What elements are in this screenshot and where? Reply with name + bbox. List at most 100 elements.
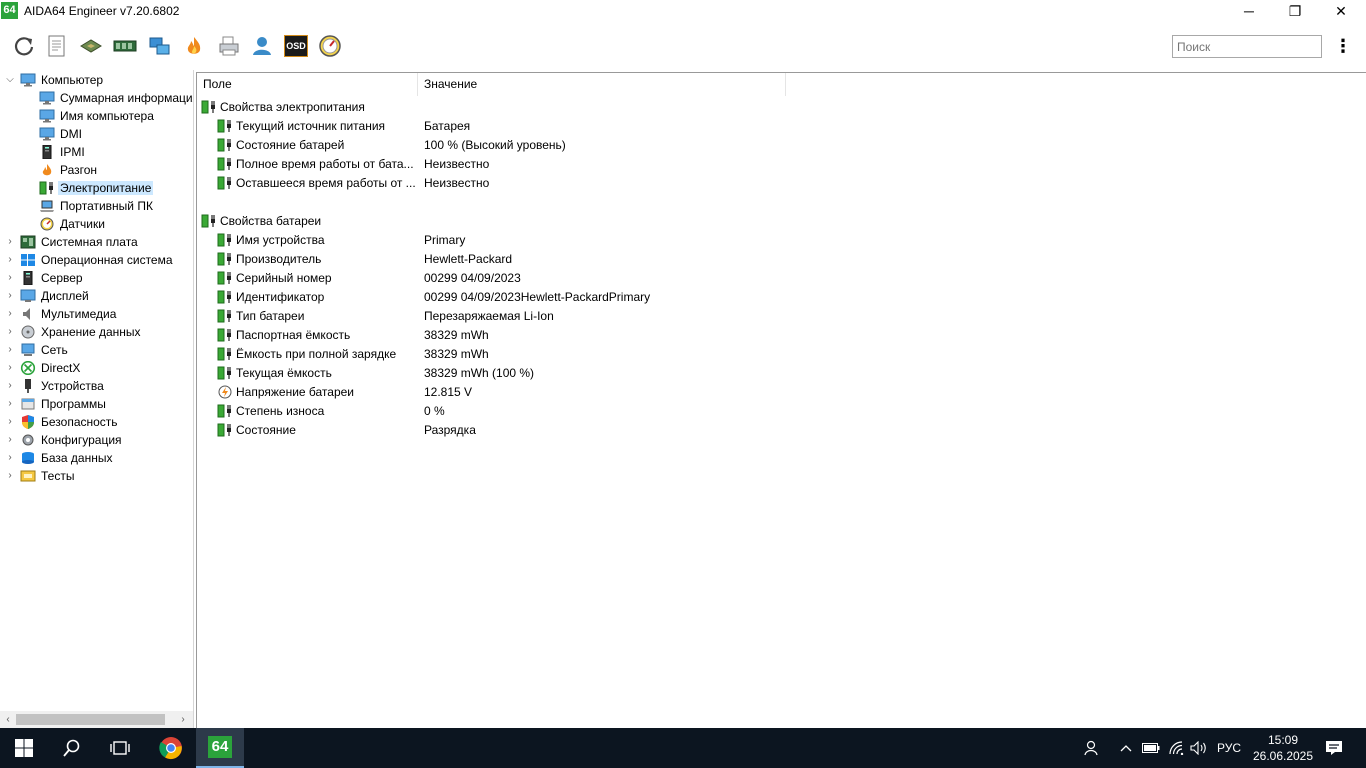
column-header-field[interactable]: Поле xyxy=(197,73,418,96)
tree-item-devices[interactable]: Устройства xyxy=(20,377,106,395)
tree-item-overclock[interactable]: Разгон xyxy=(39,161,99,179)
tree-item-portable[interactable]: Портативный ПК xyxy=(39,197,155,215)
tree-item-storage[interactable]: Хранение данных xyxy=(20,323,143,341)
cpu-icon[interactable] xyxy=(78,33,104,59)
expand-arrow-icon[interactable]: › xyxy=(5,362,15,373)
expand-arrow-icon[interactable]: › xyxy=(5,272,15,283)
monitor-icon xyxy=(39,127,55,141)
table-row[interactable]: Серийный номер 00299 04/09/2023 xyxy=(197,268,1366,287)
expand-arrow-icon[interactable]: › xyxy=(5,452,15,463)
task-view-button[interactable] xyxy=(96,728,144,768)
field-value: 00299 04/09/2023 xyxy=(424,270,521,285)
section-row-power[interactable]: Свойства электропитания xyxy=(197,97,1366,116)
search-icon xyxy=(63,739,80,757)
table-row[interactable]: Состояние батарей 100 % (Высокий уровень… xyxy=(197,135,1366,154)
table-row[interactable]: Степень износа 0 % xyxy=(197,401,1366,420)
tree-item-benchmark[interactable]: Тесты xyxy=(20,467,76,485)
user-icon[interactable] xyxy=(249,33,275,59)
tree-item-label: Суммарная информация xyxy=(60,91,194,105)
field-label: Производитель xyxy=(236,251,322,266)
table-row[interactable]: Текущая ёмкость 38329 mWh (100 %) xyxy=(197,363,1366,382)
expand-arrow-icon[interactable]: › xyxy=(5,398,15,409)
battery-plug-icon xyxy=(217,309,233,323)
flame-icon[interactable] xyxy=(181,33,207,59)
battery-icon[interactable] xyxy=(1140,728,1162,768)
people-icon[interactable] xyxy=(1080,728,1104,768)
chrome-taskbar-button[interactable] xyxy=(147,728,195,768)
report-icon[interactable] xyxy=(44,33,70,59)
table-row[interactable]: Состояние Разрядка xyxy=(197,420,1366,439)
tree-item-multimedia[interactable]: Мультимедиа xyxy=(20,305,118,323)
tree-item-label: Тесты xyxy=(41,469,75,483)
expand-arrow-icon[interactable]: ⌵ xyxy=(5,74,15,85)
laptop-icon xyxy=(39,199,55,213)
column-header-value[interactable]: Значение xyxy=(418,73,786,96)
table-row[interactable]: Производитель Hewlett-Packard xyxy=(197,249,1366,268)
field-label: Полное время работы от бата... xyxy=(236,156,414,171)
scroll-thumb[interactable] xyxy=(16,714,165,725)
tree-item-os[interactable]: Операционная система xyxy=(20,251,175,269)
expand-arrow-icon[interactable]: › xyxy=(5,470,15,481)
expand-arrow-icon[interactable]: › xyxy=(5,380,15,391)
notification-center-icon[interactable] xyxy=(1318,728,1350,768)
tree-item-computer[interactable]: Компьютер xyxy=(20,71,105,89)
more-menu-icon[interactable]: ⋮ xyxy=(1334,35,1352,59)
refresh-icon[interactable] xyxy=(11,33,37,59)
tree-item-summary[interactable]: Суммарная информация xyxy=(39,89,194,107)
expand-arrow-icon[interactable]: › xyxy=(5,254,15,265)
restore-button[interactable]: ❐ xyxy=(1272,0,1318,23)
expand-arrow-icon[interactable]: › xyxy=(5,416,15,427)
scroll-right-icon[interactable]: › xyxy=(176,712,190,727)
expand-arrow-icon[interactable]: › xyxy=(5,236,15,247)
expand-arrow-icon[interactable]: › xyxy=(5,326,15,337)
tree-item-directx[interactable]: DirectX xyxy=(20,359,82,377)
tree-item-sensors[interactable]: Датчики xyxy=(39,215,107,233)
table-row[interactable]: Текущий источник питания Батарея xyxy=(197,116,1366,135)
motherboard-icon[interactable] xyxy=(112,33,138,59)
section-row-battery[interactable]: Свойства батареи xyxy=(197,211,1366,230)
table-row[interactable]: Оставшееся время работы от ... Неизвестн… xyxy=(197,173,1366,192)
printer-icon[interactable] xyxy=(216,33,242,59)
tree-horizontal-scrollbar[interactable]: ‹ › xyxy=(0,711,193,728)
wifi-icon[interactable] xyxy=(1166,728,1188,768)
aida64-taskbar-button[interactable]: 64 xyxy=(196,728,244,768)
gauge-icon[interactable] xyxy=(317,33,343,59)
tree-item-database[interactable]: База данных xyxy=(20,449,114,467)
field-label: Напряжение батареи xyxy=(236,384,355,399)
tree-item-computer-name[interactable]: Имя компьютера xyxy=(39,107,156,125)
tree-item-security[interactable]: Безопасность xyxy=(20,413,120,431)
tree-item-dmi[interactable]: DMI xyxy=(39,125,84,143)
expand-arrow-icon[interactable]: › xyxy=(5,290,15,301)
table-row[interactable]: Полное время работы от бата... Неизвестн… xyxy=(197,154,1366,173)
expand-arrow-icon[interactable]: › xyxy=(5,308,15,319)
expand-arrow-icon[interactable]: › xyxy=(5,434,15,445)
close-button[interactable]: ✕ xyxy=(1318,0,1364,23)
scroll-left-icon[interactable]: ‹ xyxy=(1,712,15,727)
table-row[interactable]: Паспортная ёмкость 38329 mWh xyxy=(197,325,1366,344)
tree-item-server[interactable]: Сервер xyxy=(20,269,85,287)
table-row[interactable]: Напряжение батареи 12.815 V xyxy=(197,382,1366,401)
minimize-button[interactable]: ─ xyxy=(1226,0,1272,23)
tree-item-network[interactable]: Сеть xyxy=(20,341,70,359)
search-input[interactable] xyxy=(1172,35,1322,58)
expand-arrow-icon[interactable]: › xyxy=(5,344,15,355)
network-icon[interactable] xyxy=(147,33,173,59)
table-row[interactable]: Идентификатор 00299 04/09/2023Hewlett-Pa… xyxy=(197,287,1366,306)
table-row[interactable]: Ёмкость при полной зарядке 38329 mWh xyxy=(197,344,1366,363)
search-button[interactable] xyxy=(48,728,96,768)
tree-item-ipmi[interactable]: IPMI xyxy=(39,143,87,161)
chevron-up-icon[interactable] xyxy=(1116,728,1136,768)
volume-icon[interactable] xyxy=(1188,728,1210,768)
tree-item-label: DirectX xyxy=(41,361,81,375)
tree-item-config[interactable]: Конфигурация xyxy=(20,431,124,449)
table-row[interactable]: Имя устройства Primary xyxy=(197,230,1366,249)
tree-item-power[interactable]: Электропитание xyxy=(39,179,154,197)
tree-item-programs[interactable]: Программы xyxy=(20,395,108,413)
tree-item-display[interactable]: Дисплей xyxy=(20,287,91,305)
start-button[interactable] xyxy=(0,728,48,768)
clock[interactable]: 15:09 26.06.2025 xyxy=(1252,732,1314,764)
table-row[interactable]: Тип батареи Перезаряжаемая Li-Ion xyxy=(197,306,1366,325)
osd-button[interactable]: OSD xyxy=(283,33,309,59)
language-indicator[interactable]: РУС xyxy=(1212,728,1246,768)
tree-item-motherboard[interactable]: Системная плата xyxy=(20,233,140,251)
